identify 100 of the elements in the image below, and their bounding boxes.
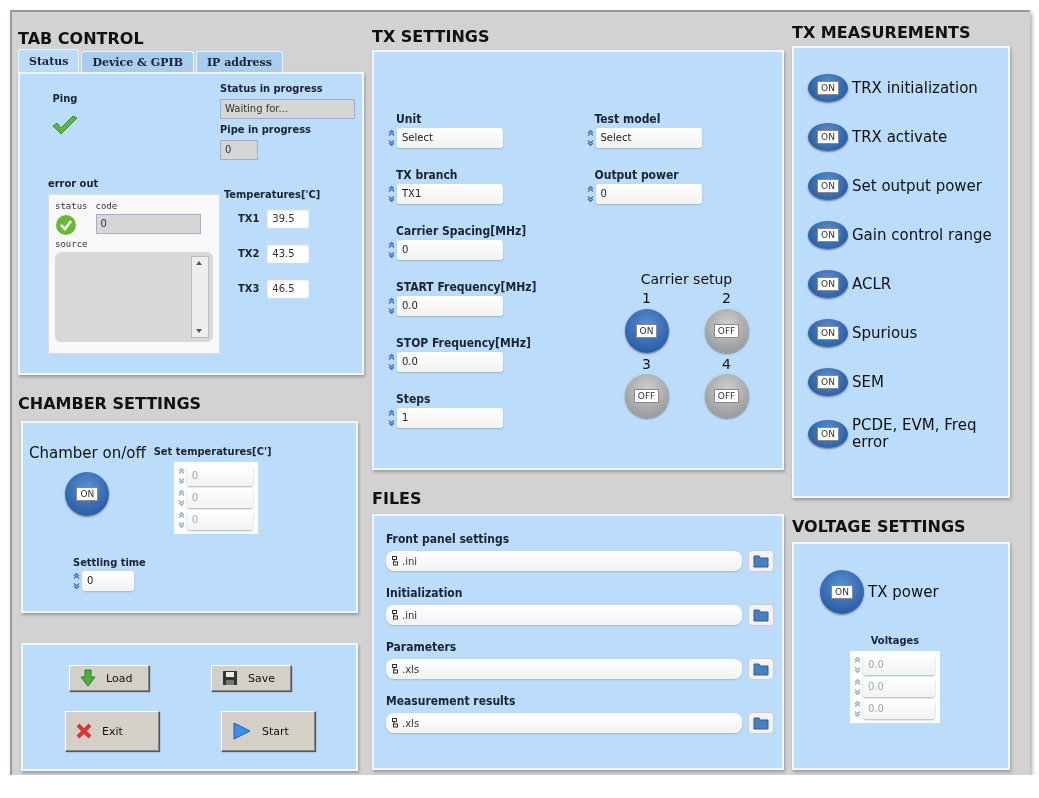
code-field[interactable]: 0 <box>95 214 201 234</box>
temperature-field: 43.5 <box>267 244 310 263</box>
toggle-switch[interactable]: OFF <box>624 374 669 419</box>
file-label: Front panel settings <box>386 532 511 546</box>
source-label: source <box>55 239 89 249</box>
action-button[interactable]: Exit <box>65 711 159 751</box>
spin-arrows-icon[interactable] <box>388 129 395 147</box>
spin-arrows-icon[interactable] <box>586 129 594 147</box>
path-field[interactable]: .xls <box>386 713 742 733</box>
pipe-display: 0 <box>220 140 258 160</box>
voltages-label: Voltages <box>870 634 920 647</box>
channel-label: TX2 <box>238 247 260 260</box>
number-field[interactable]: Select <box>397 128 503 148</box>
toggle-switch[interactable]: ON <box>808 419 848 448</box>
section-title: TX SETTINGS <box>372 26 491 46</box>
temperature-field: 46.5 <box>267 279 310 298</box>
toggle-switch[interactable]: ON <box>65 471 110 516</box>
spin-arrows-icon[interactable] <box>177 467 185 485</box>
file-path-icon <box>392 664 398 674</box>
temperature-field: 39.5 <box>267 209 310 228</box>
spin-arrows-icon[interactable] <box>388 185 395 203</box>
browse-button[interactable] <box>748 712 774 734</box>
action-button[interactable]: Start <box>221 711 315 751</box>
file-label: Measurement results <box>386 694 517 708</box>
section-title: FILES <box>372 488 423 508</box>
source-field[interactable] <box>55 252 213 342</box>
measurement-label: Set output power <box>852 177 983 195</box>
carrier-setup-label: Carrier setup <box>640 272 733 288</box>
number-field[interactable]: 1 <box>397 408 503 428</box>
section-title: TX MEASUREMENTS <box>792 22 972 42</box>
toggle-switch[interactable]: ON <box>808 74 848 102</box>
toggle-switch[interactable]: ON <box>808 368 848 396</box>
measurement-label: TRX initialization <box>852 79 979 97</box>
measurement-label: TRX activate <box>852 128 949 146</box>
field-label: Steps <box>396 392 432 406</box>
tab[interactable]: Device & GPIB <box>81 51 194 72</box>
browse-button[interactable] <box>748 604 774 626</box>
file-label: Parameters <box>386 640 458 654</box>
temperatures-label: Temperatures['C] <box>224 188 322 201</box>
tab[interactable]: Status <box>18 49 80 72</box>
section-title: VOLTAGE SETTINGS <box>792 516 967 536</box>
number-field[interactable]: TX1 <box>397 184 503 204</box>
status-in-progress-label: Status in progress <box>220 82 324 95</box>
number-field[interactable]: 0.0 <box>397 296 503 316</box>
browse-button[interactable] <box>748 658 774 680</box>
channel-label: TX1 <box>238 212 260 225</box>
number-field[interactable]: Select <box>595 128 702 148</box>
spin-arrows-icon[interactable] <box>854 678 861 696</box>
file-label: Initialization <box>386 586 464 600</box>
toggle-switch[interactable]: ON <box>808 172 848 200</box>
number-field[interactable]: 0.0 <box>397 352 503 372</box>
number-field[interactable]: 0 <box>595 184 702 204</box>
chamber-label: Chamber on/off <box>29 445 146 462</box>
toggle-switch[interactable]: ON <box>808 221 848 249</box>
field-label: Carrier Spacing[MHz] <box>396 224 528 238</box>
spin-arrows-icon[interactable] <box>177 489 185 507</box>
set-temperatures-label: Set temperatures[C'] <box>153 445 272 458</box>
pipe-in-progress-label: Pipe in progress <box>220 123 312 136</box>
field-label: TX branch <box>396 168 459 182</box>
spin-arrows-icon[interactable] <box>73 572 80 590</box>
toggle-switch[interactable]: OFF <box>704 308 749 353</box>
action-button[interactable]: Load <box>69 665 149 691</box>
scrollbar[interactable] <box>191 256 209 338</box>
carrier-number: 3 <box>642 356 651 373</box>
toggle-switch[interactable]: ON <box>808 123 848 151</box>
number-field[interactable]: 0 <box>82 571 134 591</box>
spin-arrows-icon[interactable] <box>388 353 395 371</box>
carrier-number: 1 <box>642 291 651 307</box>
carrier-number: 4 <box>722 356 731 373</box>
number-field[interactable]: 0 <box>397 240 503 260</box>
status-display: Waiting for... <box>220 99 355 119</box>
action-button[interactable]: Save <box>211 665 291 691</box>
code-label: code <box>95 201 119 211</box>
toggle-switch[interactable]: ON <box>624 308 669 353</box>
spin-arrows-icon[interactable] <box>854 656 861 674</box>
spin-arrows-icon[interactable] <box>388 409 395 427</box>
path-field[interactable]: .ini <box>386 551 742 571</box>
path-field[interactable]: .xls <box>386 659 742 679</box>
spin-arrows-icon[interactable] <box>586 185 594 203</box>
toggle-switch[interactable]: OFF <box>704 374 749 419</box>
status-label: status <box>55 201 88 211</box>
spin-arrows-icon[interactable] <box>854 700 861 718</box>
cross-icon <box>76 723 92 739</box>
browse-button[interactable] <box>748 550 774 572</box>
toggle-switch[interactable]: ON <box>808 270 848 298</box>
tx-power-label: TX power <box>868 583 939 601</box>
field-label: Unit <box>396 112 423 126</box>
measurement-label: Spurious <box>852 324 919 342</box>
file-path-icon <box>392 610 398 620</box>
field-label: Test model <box>594 112 662 126</box>
path-field[interactable]: .ini <box>386 605 742 625</box>
toggle-switch[interactable]: ON <box>808 319 848 347</box>
toggle-switch[interactable]: ON <box>820 570 864 614</box>
field-label: Output power <box>594 168 680 182</box>
spin-arrows-icon[interactable] <box>177 511 185 529</box>
spin-arrows-icon[interactable] <box>388 241 395 259</box>
tab[interactable]: IP address <box>195 51 283 72</box>
download-arrow-icon <box>80 669 96 687</box>
spin-arrows-icon[interactable] <box>388 297 395 315</box>
ping-label: Ping <box>52 92 78 105</box>
